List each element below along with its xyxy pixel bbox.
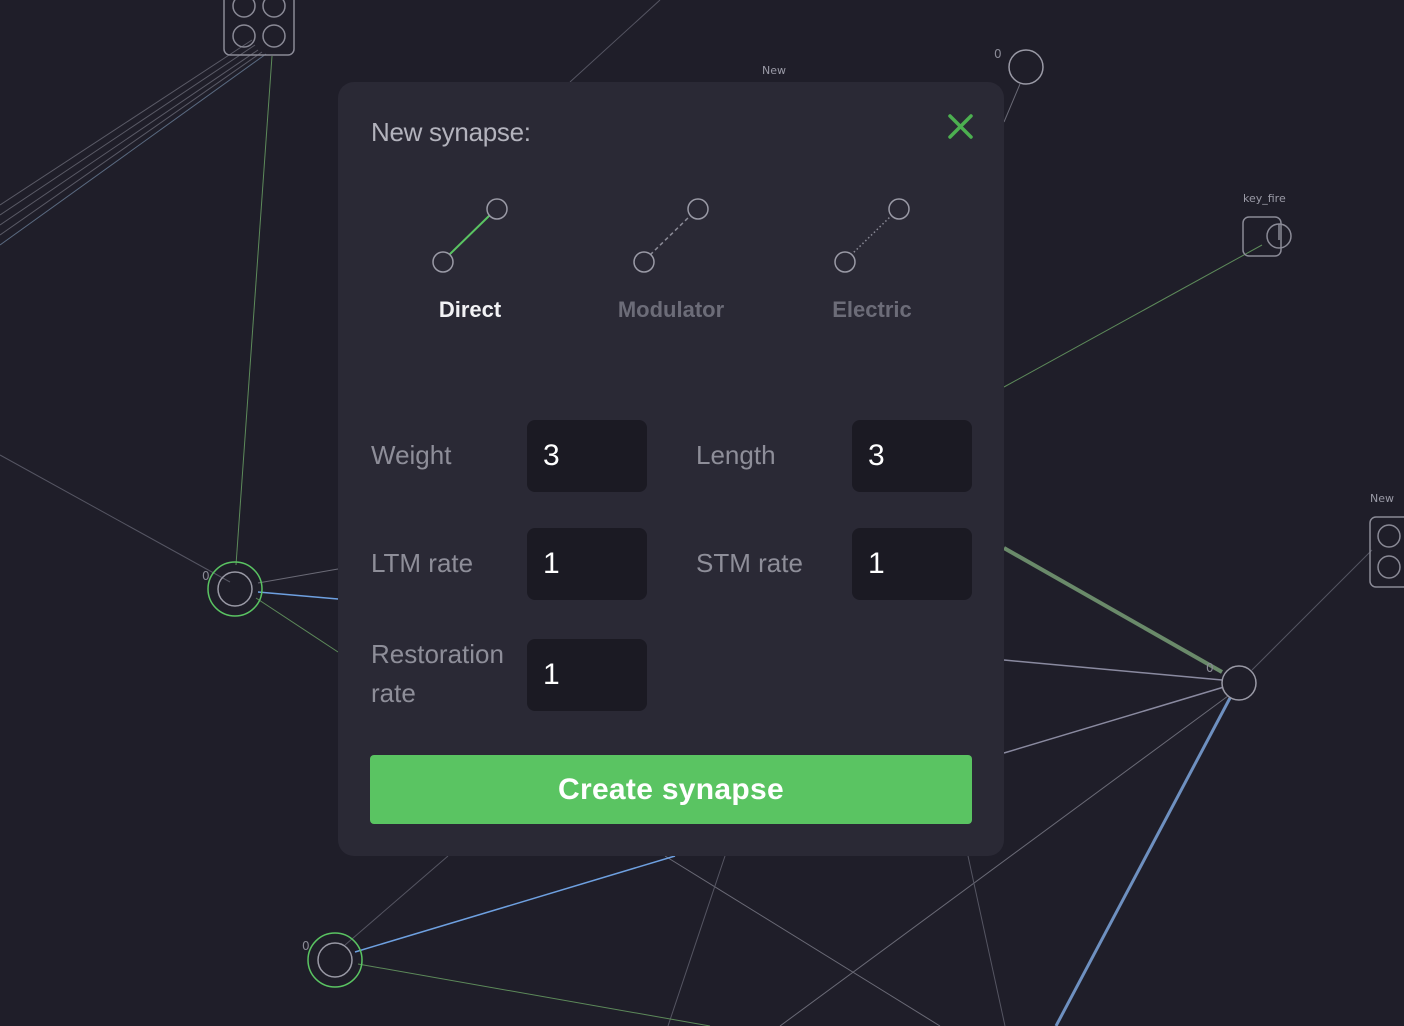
close-button[interactable] <box>946 112 976 142</box>
stm-rate-input[interactable] <box>852 528 972 600</box>
restoration-rate-label-line2: rate <box>371 678 416 708</box>
new-synapse-dialog: New synapse: Direct Modulator Electric W… <box>338 82 1004 856</box>
restoration-rate-input[interactable] <box>527 639 647 711</box>
weight-label: Weight <box>371 440 452 470</box>
multi-neuron-node-top-left[interactable] <box>223 0 295 56</box>
key-fire-input-node[interactable] <box>1242 216 1292 257</box>
dialog-title: New synapse: <box>371 117 531 147</box>
node-label-new-top: New <box>762 64 786 77</box>
node-count-top-right: 0 <box>994 47 1002 61</box>
synapse-type-modulator[interactable]: Modulator <box>581 194 761 334</box>
node-count-left: 0 <box>202 569 210 583</box>
synapse-type-electric-label: Electric <box>832 297 912 322</box>
close-icon <box>948 114 973 139</box>
create-synapse-button[interactable]: Create synapse <box>370 755 972 824</box>
restoration-rate-label: Restoration rate <box>371 635 504 713</box>
modulator-synapse-icon <box>633 198 709 273</box>
weight-input[interactable] <box>527 420 647 492</box>
node-label-key-fire: key_fire <box>1243 192 1286 205</box>
ltm-rate-input[interactable] <box>527 528 647 600</box>
node-label-new-right: New <box>1370 492 1394 505</box>
synapse-type-direct[interactable]: Direct <box>380 194 560 334</box>
ltm-rate-label: LTM rate <box>371 548 474 578</box>
neuron-node-right-hub[interactable] <box>1221 665 1257 701</box>
synapse-type-direct-label: Direct <box>438 297 502 322</box>
length-label: Length <box>696 440 776 470</box>
electric-synapse-icon <box>834 198 910 273</box>
synapse-type-modulator-label: Modulator <box>617 297 725 322</box>
multi-neuron-node-right[interactable] <box>1369 516 1404 588</box>
synapse-type-electric[interactable]: Electric <box>782 194 962 334</box>
node-count-bottom-left: 0 <box>302 939 310 953</box>
stm-rate-label: STM rate <box>696 548 803 578</box>
neuron-node-top-right[interactable] <box>1008 49 1044 85</box>
neuron-node-bottom-left[interactable] <box>307 932 363 988</box>
restoration-rate-label-line1: Restoration <box>371 639 504 669</box>
node-count-right-hub: 0 <box>1206 661 1214 675</box>
neuron-node-left-selected[interactable] <box>207 561 263 617</box>
direct-synapse-icon <box>432 198 508 273</box>
length-input[interactable] <box>852 420 972 492</box>
